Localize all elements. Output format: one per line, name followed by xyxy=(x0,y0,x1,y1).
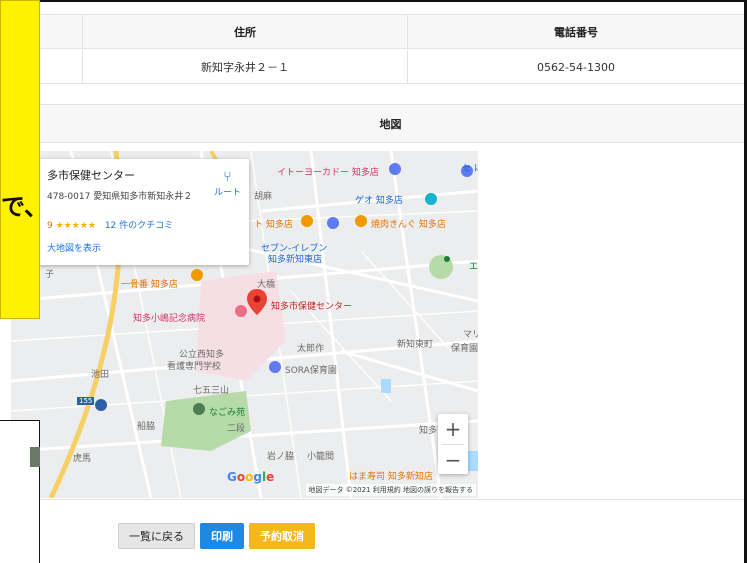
map-label-hamazushi: はま寿司 知多新知店 xyxy=(349,472,433,482)
zoom-out-button[interactable]: − xyxy=(438,445,468,475)
map-label-sora: SORA保育園 xyxy=(285,366,337,376)
annotation-callout: で、 xyxy=(0,0,49,319)
print-button[interactable]: 印刷 xyxy=(200,523,244,549)
address-cell: 新知字永井２－１ xyxy=(83,50,408,84)
map-attribution[interactable]: 地図データ ©2021 利用規約 地図の誤りを報告する xyxy=(305,484,476,496)
map-label-nagomi: なごみ苑 xyxy=(209,408,246,418)
directions-label: ルート xyxy=(213,188,241,198)
directions-button[interactable]: ⑂ ルート xyxy=(214,169,241,198)
map-label-iwanowaki: 岩ノ脇 xyxy=(267,452,295,462)
action-buttons: 一覧に戻る 印刷 予約取消 xyxy=(118,523,315,549)
map-label-shichigo: 七五三山 xyxy=(193,386,230,396)
facility-info-table: 住所 電話番号 新知字永井２－１ 0562-54-1300 xyxy=(36,14,745,84)
map-label-tora: 虎馬 xyxy=(73,454,92,464)
map-label-yakiniku: 焼肉きんぐ 知多店 xyxy=(371,220,446,230)
reviews-link[interactable]: 12 件のクチコミ xyxy=(105,221,173,231)
map-label-ikkaku: 一骨番 知多店 xyxy=(121,280,178,290)
map-label-funayoko: 船脇 xyxy=(137,422,156,432)
place-info-card: 多市保健センター 478-0017 愛知県知多市新知永井２ 9 ★★★★★ 12… xyxy=(37,159,249,265)
table-header-row: 住所 電話番号 xyxy=(37,15,744,49)
callout-text: で、 xyxy=(1,193,49,221)
zoom-in-button[interactable]: + xyxy=(438,414,468,444)
map-section: 地図 イトーヨーカドー 知多店 セ ゲオ 知多店 胡麻 ト 知多店 焼肉きんぐ … xyxy=(11,104,745,500)
map-label-tarosaku: 太郎作 xyxy=(297,344,325,354)
back-to-list-button[interactable]: 一覧に戻る xyxy=(118,523,195,549)
table-header-cell xyxy=(37,15,83,48)
table-row: 新知字永井２－１ 0562-54-1300 xyxy=(37,50,744,84)
map-label-hospital: 知多小嶋記念病院 xyxy=(133,314,206,324)
table-header-phone: 電話番号 xyxy=(554,25,598,39)
map-label-e: エ xyxy=(469,262,478,272)
map-label-kogoma: 小籠間 xyxy=(307,452,335,462)
map-label-shinchihigashi: 新知東町 xyxy=(397,340,434,350)
table-header-address: 住所 xyxy=(83,15,408,48)
map-label-kurumi: 胡麻 xyxy=(254,192,273,202)
google-map[interactable]: イトーヨーカドー 知多店 セ に ゲオ 知多店 胡麻 ト 知多店 焼肉きんぐ 知… xyxy=(11,151,478,498)
map-label-seven: セ に xyxy=(462,164,478,174)
map-label-kurumamiya: ト 知多店 xyxy=(254,220,293,230)
map-label-ko: 子 xyxy=(45,270,55,280)
view-larger-map-link[interactable]: 大地図を表示 xyxy=(47,241,239,254)
zoom-controls: + − xyxy=(438,414,468,474)
phone-cell: 0562-54-1300 xyxy=(537,60,615,74)
map-label-itoyokado: イトーヨーカドー 知多店 xyxy=(277,168,379,178)
google-logo: Google xyxy=(227,470,275,484)
map-label-ohashi: 大橋 xyxy=(257,280,276,290)
directions-icon: ⑂ xyxy=(223,169,232,185)
page-frame: 住所 電話番号 新知字永井２－１ 0562-54-1300 地図 イトーヨーカド… xyxy=(0,0,747,563)
cancel-reservation-button[interactable]: 予約取消 xyxy=(249,523,315,549)
map-label-geo: ゲオ 知多店 xyxy=(355,196,403,206)
overlay-thumbnail xyxy=(30,447,40,467)
place-name: 多市保健センター xyxy=(47,169,135,182)
road-number-badge: 155 xyxy=(77,397,95,405)
place-rating: 9 ★★★★★ 12 件のクチコミ xyxy=(47,218,239,231)
map-label-seven-eleven-branch: 知多新知東店 xyxy=(268,255,323,265)
rating-value: 9 xyxy=(47,221,53,231)
overlay-window xyxy=(0,420,40,563)
map-label-mari: マリ xyxy=(463,330,478,340)
table-cell xyxy=(37,50,83,84)
place-address: 478-0017 愛知県知多市新知永井２ xyxy=(47,192,193,202)
map-label-hoiku: 保育園 xyxy=(451,344,478,354)
frame-top-border xyxy=(40,0,747,2)
rating-stars: ★★★★★ xyxy=(55,221,96,231)
map-label-ikeda: 池田 xyxy=(91,370,110,380)
map-label-nido: 二段 xyxy=(227,424,246,434)
map-label-hoken-center: 知多市保健センター xyxy=(271,302,353,312)
map-section-title: 地図 xyxy=(37,105,744,143)
map-label-school-2: 看護専門学校 xyxy=(167,362,222,372)
